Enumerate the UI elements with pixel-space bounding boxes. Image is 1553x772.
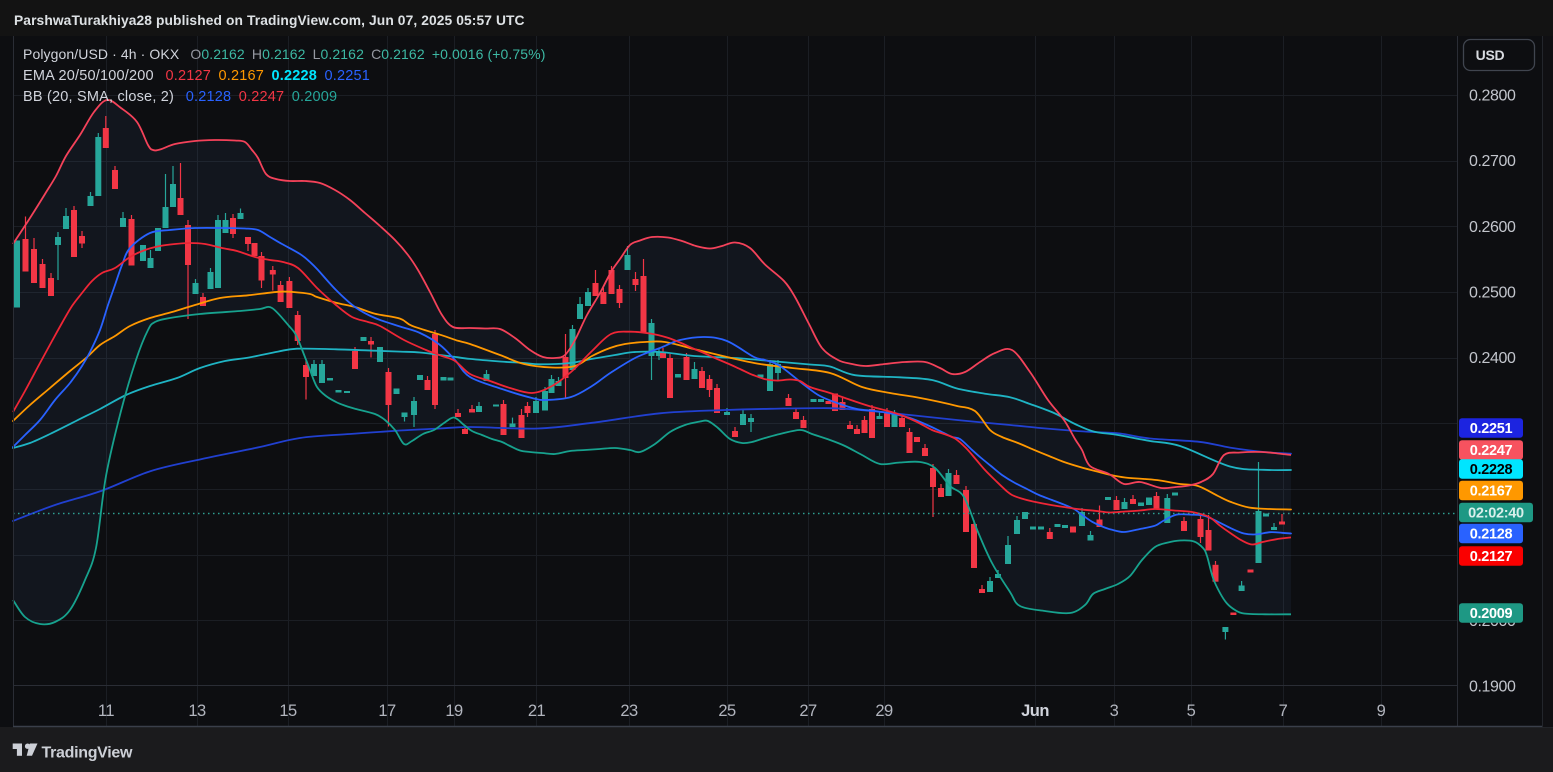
- svg-text:0.2700: 0.2700: [1469, 153, 1516, 170]
- svg-text:0.1900: 0.1900: [1469, 679, 1516, 696]
- svg-text:0.2128: 0.2128: [1470, 527, 1513, 543]
- svg-text:0.2600: 0.2600: [1469, 219, 1516, 236]
- svg-text:0.2400: 0.2400: [1469, 350, 1516, 367]
- svg-text:13: 13: [188, 702, 206, 720]
- svg-text:0.2127: 0.2127: [1470, 549, 1513, 565]
- svg-text:0.2167: 0.2167: [1470, 484, 1513, 500]
- svg-text:0.2800: 0.2800: [1469, 88, 1516, 105]
- svg-text:27: 27: [799, 702, 817, 720]
- svg-text:0.2251: 0.2251: [1470, 421, 1513, 437]
- svg-text:9: 9: [1377, 702, 1386, 720]
- svg-text:3: 3: [1110, 702, 1119, 720]
- svg-text:TradingView: TradingView: [42, 745, 134, 762]
- svg-text:19: 19: [445, 702, 463, 720]
- svg-text:EMA 20/50/100/200 0.2127 0.21: EMA 20/50/100/200 0.2127 0.2167 0.2228 0…: [23, 68, 370, 84]
- svg-text:Polygon/USD · 4h · OKX O0.216: Polygon/USD · 4h · OKX O0.2162 H0.2162 L…: [23, 46, 546, 62]
- svg-text:USD: USD: [1476, 47, 1505, 63]
- svg-text:0.2228: 0.2228: [1470, 462, 1513, 478]
- svg-text:17: 17: [378, 702, 396, 720]
- svg-text:25: 25: [718, 702, 736, 720]
- svg-text:0.2009: 0.2009: [1470, 606, 1513, 622]
- svg-text:21: 21: [528, 702, 546, 720]
- svg-text:0.2247: 0.2247: [1470, 443, 1513, 459]
- svg-text:5: 5: [1187, 702, 1196, 720]
- svg-text:ParshwaTurakhiya28 published o: ParshwaTurakhiya28 published on TradingV…: [14, 13, 525, 28]
- svg-text:23: 23: [620, 702, 638, 720]
- svg-text:29: 29: [875, 702, 893, 720]
- svg-text:02:02:40: 02:02:40: [1468, 506, 1524, 522]
- svg-text:BB (20, SMA, close, 2) 0.2128: BB (20, SMA, close, 2) 0.2128 0.2247 0.2…: [23, 89, 337, 105]
- svg-text:15: 15: [279, 702, 297, 720]
- svg-text:0.2500: 0.2500: [1469, 285, 1516, 302]
- svg-text:7: 7: [1279, 702, 1288, 720]
- svg-text:Jun: Jun: [1021, 702, 1049, 720]
- svg-text:11: 11: [98, 702, 114, 720]
